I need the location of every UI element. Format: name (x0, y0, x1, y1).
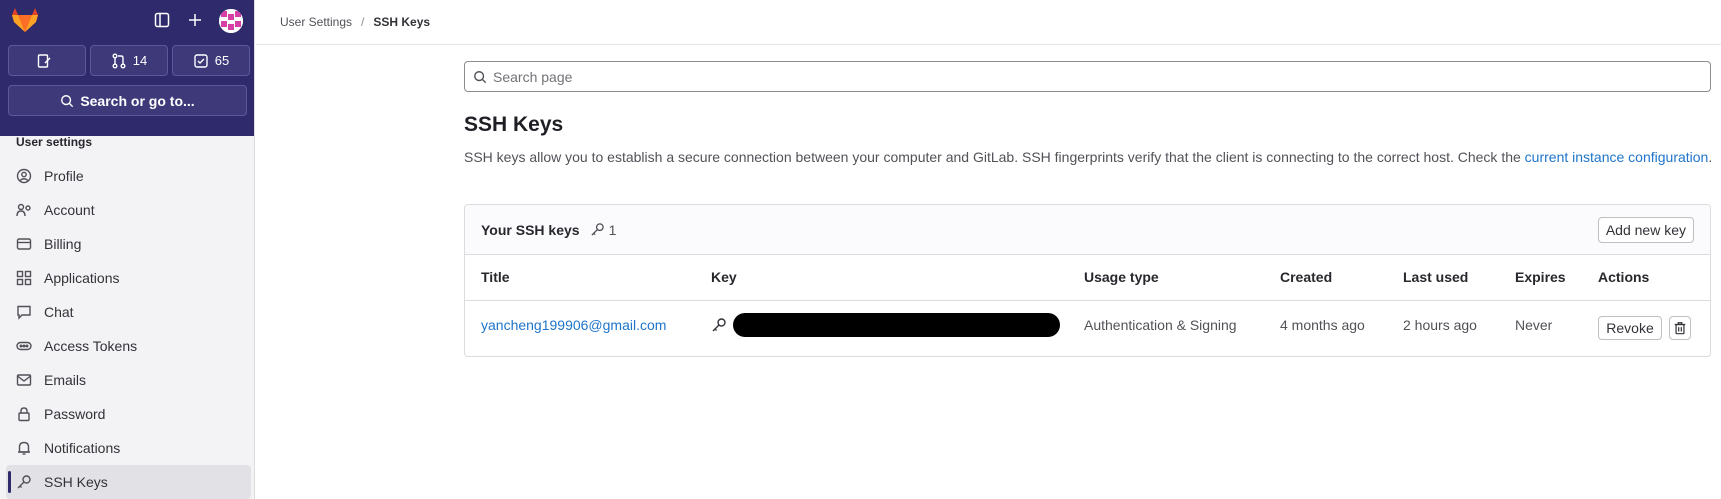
sidebar-item-label: Notifications (44, 440, 121, 456)
todo-icon (194, 53, 208, 68)
column-header-created: Created (1280, 269, 1333, 285)
applications-icon (16, 270, 32, 286)
delete-key-button[interactable] (1669, 316, 1691, 340)
key-icon (590, 223, 604, 236)
key-count-badge: 1 (590, 221, 617, 238)
ssh-key-title-link[interactable]: yancheng199906@gmail.com (481, 317, 666, 333)
account-icon (16, 203, 31, 217)
merge-request-icon (112, 53, 126, 68)
table-row: yancheng199906@gmail.com Authentication … (465, 301, 1710, 356)
issues-icon (37, 53, 51, 68)
page-search-field[interactable] (464, 61, 1711, 92)
search-or-go-to-label: Search or go to... (80, 92, 195, 109)
sidebar-item-profile[interactable]: Profile (6, 159, 251, 193)
key-icon (17, 475, 31, 489)
sidebar-item-account[interactable]: Account (6, 193, 251, 227)
description-end: . (1708, 149, 1713, 165)
page-title: SSH Keys (464, 113, 564, 136)
lock-icon (18, 407, 30, 422)
billing-icon (16, 238, 32, 250)
sidebar-item-emails[interactable]: Emails (6, 363, 251, 397)
sidebar-item-access-tokens[interactable]: Access Tokens (6, 329, 251, 363)
column-header-actions: Actions (1598, 269, 1650, 285)
issues-counter-button[interactable] (8, 45, 86, 76)
sidebar-item-billing[interactable]: Billing (6, 227, 251, 261)
search-or-go-to-button[interactable]: Search or go to... (8, 85, 247, 116)
revoke-button[interactable]: Revoke (1598, 316, 1662, 340)
sidebar-item-label: Billing (44, 236, 82, 252)
breadcrumb-separator: / (361, 15, 365, 29)
chat-icon (17, 305, 31, 320)
search-input[interactable] (493, 68, 1693, 85)
sidebar-toggle-icon[interactable] (152, 10, 172, 30)
sidebar-item-label: Applications (44, 270, 120, 286)
usage-type-cell: Authentication & Signing (1084, 317, 1237, 333)
sidebar-item-chat[interactable]: Chat (6, 295, 251, 329)
sidebar-item-ssh-keys[interactable]: SSH Keys (6, 465, 251, 499)
description-text: SSH keys allow you to establish a secure… (464, 149, 1525, 165)
plus-icon[interactable] (185, 10, 205, 30)
search-icon (474, 70, 487, 83)
sidebar-item-applications[interactable]: Applications (6, 261, 251, 295)
key-fingerprint-redacted (733, 313, 1060, 337)
column-header-last-used: Last used (1403, 269, 1469, 285)
card-header: Your SSH keys 1 Add new key (465, 205, 1710, 255)
sidebar-item-label: Account (44, 202, 95, 218)
column-header-key: Key (711, 269, 737, 285)
todo-count: 65 (214, 53, 230, 68)
instance-configuration-link[interactable]: current instance configuration (1525, 149, 1709, 165)
token-icon (16, 341, 32, 351)
breadcrumb-current[interactable]: SSH Keys (373, 15, 430, 29)
table-header: Title Key Usage type Created Last used E… (465, 255, 1710, 301)
avatar[interactable] (219, 9, 243, 33)
column-header-title: Title (481, 269, 510, 285)
ssh-keys-card: Your SSH keys 1 Add new key Title Key Us… (464, 204, 1711, 357)
merge-requests-count: 14 (132, 53, 148, 68)
column-header-usage-type: Usage type (1084, 269, 1159, 285)
trash-icon (1674, 322, 1686, 335)
sidebar-header: 14 65 Search or go to... (0, 0, 254, 136)
sidebar-item-label: Profile (44, 168, 84, 184)
search-icon (61, 94, 74, 107)
key-icon (712, 318, 726, 332)
todo-counter-button[interactable]: 65 (172, 45, 250, 76)
card-title: Your SSH keys (481, 221, 580, 238)
mail-icon (16, 374, 32, 386)
sidebar-item-label: Password (44, 406, 106, 422)
page-description: SSH keys allow you to establish a secure… (464, 147, 1714, 168)
counters: 14 65 (8, 45, 250, 76)
sidebar-item-label: Chat (44, 304, 74, 320)
created-cell: 4 months ago (1280, 317, 1365, 333)
key-count: 1 (608, 221, 617, 238)
merge-requests-counter-button[interactable]: 14 (90, 45, 168, 76)
add-new-key-button[interactable]: Add new key (1597, 217, 1694, 243)
sidebar-item-password[interactable]: Password (6, 397, 251, 431)
sidebar-item-label: Access Tokens (44, 338, 138, 354)
column-header-expires: Expires (1515, 269, 1566, 285)
sidebar: 14 65 Search or go to... User settings P… (0, 0, 255, 499)
gitlab-logo-icon[interactable] (11, 7, 39, 33)
sidebar-item-notifications[interactable]: Notifications (6, 431, 251, 465)
breadcrumb: User Settings / SSH Keys (256, 0, 1721, 45)
sidebar-item-label: Emails (44, 372, 87, 388)
profile-icon (16, 168, 32, 184)
sidebar-section-title: User settings (16, 135, 93, 149)
sidebar-nav: Profile Account Billing Applications Cha… (6, 159, 251, 499)
last-used-cell: 2 hours ago (1403, 317, 1477, 333)
expires-cell: Never (1515, 317, 1553, 333)
sidebar-item-label: SSH Keys (44, 474, 108, 490)
breadcrumb-user-settings-link[interactable]: User Settings (280, 15, 352, 29)
bell-icon (18, 441, 30, 455)
